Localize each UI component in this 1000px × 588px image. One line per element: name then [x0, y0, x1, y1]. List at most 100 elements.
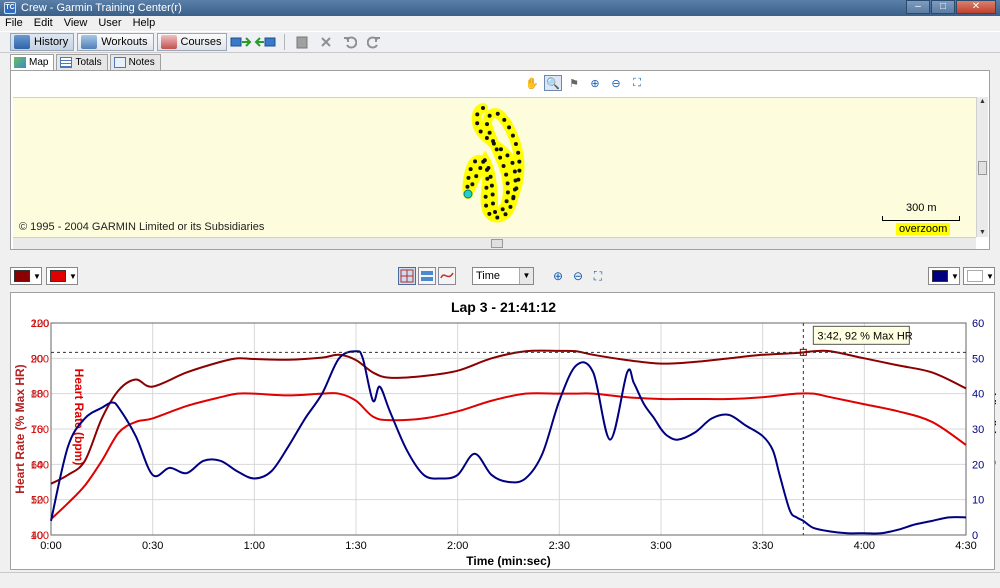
route-trackpoint — [486, 165, 491, 170]
scale-label: 300 m — [906, 202, 937, 214]
route-trackpoint — [505, 153, 510, 158]
route-trackpoint — [504, 199, 509, 204]
menu-user[interactable]: User — [93, 17, 127, 29]
route-track — [462, 103, 525, 223]
tab-totals[interactable]: Totals — [56, 54, 108, 70]
extra-color-dropdown[interactable]: ▼ — [963, 267, 995, 285]
hr-percent-color-dropdown[interactable]: ▼ — [10, 267, 42, 285]
zoom-out-icon[interactable]: ⊖ — [607, 75, 625, 91]
map-horizontal-thumb[interactable] — [491, 239, 503, 248]
x-axis-mode-select[interactable]: Time ▼ — [472, 267, 534, 285]
map-horizontal-scrollbar[interactable] — [13, 237, 976, 249]
route-trackpoint — [487, 130, 492, 135]
route-trackpoint — [501, 163, 506, 168]
chevron-down-icon: ▼ — [519, 268, 533, 284]
x-tick-label: 2:00 — [447, 540, 468, 552]
overlay-view-button[interactable] — [438, 267, 456, 285]
tab-map[interactable]: Map — [10, 54, 55, 70]
split-view-button[interactable] — [418, 267, 436, 285]
route-trackpoint — [466, 175, 471, 180]
start-point-marker — [463, 189, 473, 199]
route-trackpoint — [511, 194, 516, 199]
route-trackpoint — [465, 184, 470, 189]
route-trackpoint — [468, 167, 473, 172]
route-trackpoint — [516, 150, 521, 155]
hr-bpm-line — [50, 392, 967, 520]
route-trackpoint — [495, 215, 500, 220]
courses-label: Courses — [180, 36, 222, 48]
route-trackpoint — [510, 160, 515, 165]
flag-icon[interactable]: ⚑ — [565, 75, 583, 91]
lap-chart[interactable]: 0:00 0:30 1:00 1:30 2:00 2:30 3:00 3:30 4:00 4:30… — [11, 293, 996, 571]
window-controls: – □ ✕ — [905, 0, 996, 14]
speed-tick-label: 20 — [972, 459, 984, 471]
scroll-up-icon[interactable]: ▲ — [979, 98, 986, 105]
x-tick-label: 1:30 — [345, 540, 366, 552]
close-button[interactable]: ✕ — [956, 0, 996, 14]
scroll-down-icon[interactable]: ▼ — [979, 229, 986, 236]
minimize-button[interactable]: – — [906, 0, 930, 14]
route-trackpoint — [517, 159, 522, 164]
receive-from-device-icon[interactable] — [254, 33, 276, 51]
window-title: Crew - Garmin Training Center(r) — [21, 2, 182, 14]
chart-fit-icon[interactable]: ⛶ — [590, 268, 606, 284]
x-tick-label: 2:30 — [549, 540, 570, 552]
speed-color-dropdown[interactable]: ▼ — [928, 267, 960, 285]
status-strip — [0, 572, 1000, 588]
menu-edit[interactable]: Edit — [29, 17, 59, 29]
route-trackpoint — [512, 169, 517, 174]
route-trackpoint — [489, 183, 494, 188]
speed-tick-label: 0 — [972, 530, 978, 542]
maximize-button[interactable]: □ — [931, 0, 955, 14]
delete-folder-icon[interactable] — [291, 33, 313, 51]
zoom-select-icon[interactable]: 🔍 — [544, 75, 562, 91]
map-tools: ✋ 🔍 ⚑ ⊕ ⊖ ⛶ — [523, 75, 649, 91]
route-trackpoint — [513, 142, 518, 147]
app-icon: TC — [4, 2, 16, 14]
route-trackpoint — [495, 111, 500, 116]
hr-bpm-tick-label: 220 — [31, 318, 49, 330]
speed-color-swatch — [932, 270, 948, 282]
courses-button[interactable]: Courses — [156, 33, 228, 51]
delete-icon[interactable] — [315, 33, 337, 51]
route-trackpoint — [487, 113, 492, 118]
tab-map-label: Map — [29, 57, 49, 68]
map-canvas[interactable]: © 1995 - 2004 GARMIN Limited or its Subs… — [13, 97, 976, 237]
undo-icon[interactable] — [339, 33, 361, 51]
workouts-button[interactable]: Workouts — [77, 33, 154, 51]
chart-panel: Lap 3 - 21:41:12 0:00 0:30 1:00 1:30 2:00 2:3… — [10, 292, 996, 571]
menu-file[interactable]: File — [0, 17, 29, 29]
route-trackpoint — [484, 203, 489, 208]
fit-to-window-icon[interactable]: ⛶ — [628, 75, 646, 91]
menu-help[interactable]: Help — [128, 17, 162, 29]
route-trackpoint — [470, 182, 475, 187]
redo-icon[interactable] — [363, 33, 385, 51]
route-trackpoint — [516, 177, 521, 182]
chart-zoom-in-icon[interactable]: ⊕ — [550, 268, 566, 284]
hr-bpm-color-swatch — [50, 270, 66, 282]
route-trackpoint — [494, 147, 499, 152]
tab-notes[interactable]: Notes — [109, 54, 161, 70]
hr-percent-axis-title: Heart Rate (% Max HR) — [13, 364, 27, 493]
map-vertical-thumb[interactable] — [978, 161, 987, 175]
map-icon — [14, 57, 26, 68]
route-trackpoint — [475, 121, 480, 126]
pan-hand-icon[interactable]: ✋ — [523, 75, 541, 91]
x-tick-label: 1:00 — [244, 540, 265, 552]
route-trackpoint — [503, 212, 508, 217]
chart-zoom-out-icon[interactable]: ⊖ — [570, 268, 586, 284]
speed-tick-label: 30 — [972, 424, 984, 436]
map-vertical-scrollbar[interactable]: ▲ ▼ — [976, 97, 988, 237]
route-trackpoint — [473, 159, 478, 164]
hr-bpm-tick-label: 180 — [31, 389, 49, 401]
crosshair-mode-button[interactable] — [398, 267, 416, 285]
hr-bpm-color-dropdown[interactable]: ▼ — [46, 267, 78, 285]
history-button[interactable]: History — [10, 33, 75, 51]
menu-view[interactable]: View — [59, 17, 94, 29]
send-to-device-icon[interactable] — [230, 33, 252, 51]
route-trackpoint — [498, 147, 503, 152]
chevron-down-icon: ▼ — [951, 271, 959, 281]
route-trackpoint — [475, 112, 480, 117]
zoom-in-icon[interactable]: ⊕ — [586, 75, 604, 91]
speed-tick-label: 50 — [972, 353, 984, 365]
